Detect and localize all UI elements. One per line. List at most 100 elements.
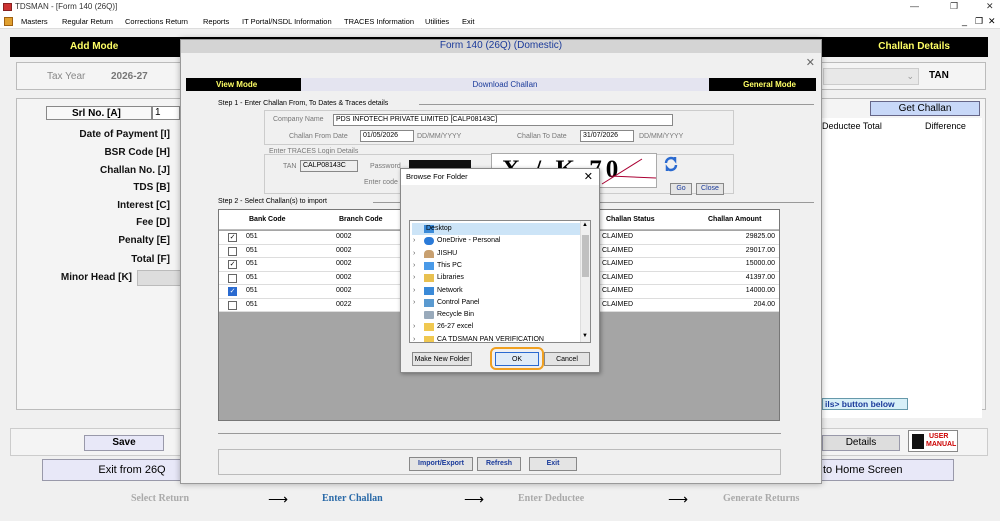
tree-item-network[interactable]: › Network [412,285,582,297]
company-name-field[interactable]: PDS INFOTECH PRIVATE LIMITED [CALP08143C… [333,114,673,126]
chevron-right-icon[interactable]: › [413,323,415,330]
user-manual-line2: MANUAL [926,441,957,448]
menu-corrections-return[interactable]: Corrections Return [125,17,188,26]
mdi-close-icon[interactable]: ✕ [988,16,996,27]
col-challan-status: Challan Status [606,216,655,223]
home-screen-button[interactable]: to Home Screen [818,459,954,481]
save-button[interactable]: Save [84,435,164,451]
close-icon[interactable]: ✕ [584,170,593,183]
company-name-label: Company Name [273,116,324,123]
tree-scrollbar[interactable]: ▲ ▼ [580,221,590,342]
branch-code-cell: 0002 [336,273,352,281]
tree-item-26-27-excel[interactable]: › 26-27 excel [412,321,582,333]
menu-reports[interactable]: Reports [203,17,229,26]
row-checkbox[interactable]: ✓ [228,260,237,269]
import-export-button[interactable]: Import/Export [409,457,473,471]
divider [218,433,781,434]
tax-year-value[interactable]: 2026-27 [111,71,148,82]
deductee-panel: Deductee Total Difference [822,118,982,418]
tree-item-recycle-bin[interactable]: Recycle Bin [412,309,582,321]
step-enter-challan: Enter Challan [322,493,383,504]
row-checkbox[interactable] [228,246,237,256]
chevron-right-icon[interactable]: › [413,287,415,294]
amount-cell: 204.00 [753,300,775,308]
download-challan-label: Download Challan [301,78,709,91]
chevron-right-icon[interactable]: › [413,274,415,281]
refresh-captcha-icon[interactable] [662,154,680,174]
mdi-restore-icon[interactable]: ❐ [975,16,983,27]
view-mode-label: View Mode [216,80,258,89]
go-button[interactable]: Go [670,183,692,195]
scroll-down-icon[interactable]: ▼ [582,333,588,339]
bank-code-cell: 051 [246,300,258,308]
row-checkbox[interactable] [228,300,237,310]
bank-code-cell: 051 [246,273,258,281]
challan-to-label: Challan To Date [517,133,567,140]
date-of-payment-label: Date of Payment [I] [79,129,170,140]
mdi-minimize-icon[interactable]: _ [962,16,967,26]
get-challan-button[interactable]: Get Challan [870,101,980,116]
menu-exit[interactable]: Exit [462,17,475,26]
menu-regular-return[interactable]: Regular Return [62,17,113,26]
restore-icon[interactable]: ❐ [950,1,958,12]
tree-item-desktop[interactable]: Desktop [412,223,582,236]
divider [419,104,814,105]
exit-dialog-button[interactable]: Exit [529,457,577,471]
menu-masters[interactable]: Masters [21,17,48,26]
folder-tree[interactable]: Desktop › OneDrive - Personal › JISHU › … [409,220,591,343]
challan-details-label: Challan Details [878,41,950,52]
tan-dropdown[interactable]: ⌄ [823,68,919,85]
tan-field[interactable]: CALP08143C [300,160,358,172]
close-button[interactable]: Close [696,183,724,195]
challan-from-field[interactable]: 01/05/2026 [360,130,414,142]
make-new-folder-button[interactable]: Make New Folder [412,352,472,366]
add-mode-label: Add Mode [70,41,119,52]
tax-year-label: Tax Year [47,71,86,82]
arrow-right-icon: ⟶ [268,491,289,507]
user-manual-button[interactable]: USER MANUAL [908,430,958,452]
row-checkbox[interactable] [228,273,237,283]
chevron-right-icon[interactable]: › [413,250,415,257]
tree-item-jishu[interactable]: › JISHU [412,248,582,260]
exit-button[interactable]: Exit from 26Q [42,459,182,481]
cancel-button[interactable]: Cancel [544,352,590,366]
status-cell: CLAIMED [602,287,634,294]
col-bank-code: Bank Code [249,216,286,223]
menu-bar: Masters Regular Return Corrections Retur… [0,14,1000,29]
chevron-right-icon[interactable]: › [413,237,415,244]
row-checkbox[interactable]: ✓ [228,287,237,296]
amount-cell: 29825.00 [745,233,775,240]
tree-item-this-pc[interactable]: › This PC [412,260,582,272]
refresh-button[interactable]: Refresh [477,457,521,471]
branch-code-cell: 0022 [336,300,352,308]
tree-item-onedrive[interactable]: › OneDrive - Personal [412,235,582,247]
mdi-icon [4,17,13,26]
challan-to-field[interactable]: 31/07/2026 [580,130,634,142]
tree-item-control-panel[interactable]: › Control Panel [412,297,582,309]
minor-head-dropdown[interactable] [137,270,181,286]
tree-item-libraries[interactable]: › Libraries [412,272,582,284]
menu-utilities[interactable]: Utilities [425,17,449,26]
network-icon [424,286,434,295]
chevron-right-icon[interactable]: › [413,299,415,306]
scroll-up-icon[interactable]: ▲ [582,222,588,228]
dialog-mode-bar: View Mode Download Challan General Mode [186,78,816,91]
details-button[interactable]: Details [822,435,900,451]
close-icon[interactable]: ✕ [986,1,994,12]
chevron-right-icon[interactable]: › [413,336,415,342]
menu-it-portal[interactable]: IT Portal/NSDL Information [242,17,332,26]
chevron-right-icon[interactable]: › [413,262,415,269]
ok-button[interactable]: OK [495,352,539,366]
library-icon [424,274,434,283]
minimize-icon[interactable]: — [910,1,919,11]
row-checkbox[interactable]: ✓ [228,233,237,242]
tree-item-ca-tdsman[interactable]: › CA TDSMAN PAN VERIFICATION [412,334,582,342]
challan-no-label: Challan No. [J] [99,165,170,176]
step1-label: Step 1 - Enter Challan From, To Dates & … [218,100,389,107]
srl-label: Srl No. [A] [72,108,121,119]
menu-traces-information[interactable]: TRACES Information [344,17,414,26]
srl-input[interactable]: 1 [152,106,180,120]
close-icon[interactable]: ✕ [806,56,815,69]
amount-cell: 14000.00 [745,287,775,294]
scroll-thumb[interactable] [582,235,589,277]
